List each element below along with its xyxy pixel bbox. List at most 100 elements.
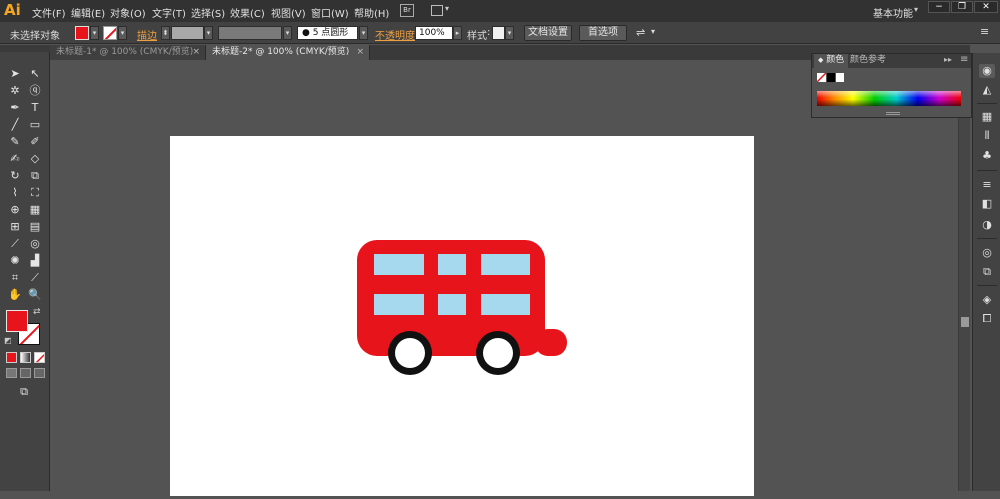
canvas-area[interactable] — [51, 60, 970, 496]
symbol-sprayer-icon[interactable]: ✺ — [7, 254, 23, 268]
tools-panel-header[interactable] — [0, 45, 50, 52]
selection-tool-icon[interactable]: ➤ — [7, 67, 23, 81]
variable-width-profile[interactable] — [218, 26, 282, 40]
none-swatch[interactable] — [817, 73, 826, 82]
direct-selection-icon[interactable]: ↖ — [27, 67, 43, 81]
workspace-switcher[interactable]: 基本功能 — [873, 5, 913, 20]
color-panel-icon[interactable]: ◉ — [979, 64, 995, 78]
eraser-icon[interactable]: ◇ — [27, 152, 43, 166]
perspective-grid-icon[interactable]: ▦ — [27, 203, 43, 217]
magic-wand-icon[interactable]: ✲ — [7, 84, 23, 98]
transparency-icon[interactable]: ◑ — [979, 218, 995, 232]
vertical-scrollbar[interactable] — [958, 60, 970, 491]
stroke-dropdown[interactable]: ▾ — [118, 26, 127, 40]
tab-document-2[interactable]: 未标题-2* @ 100% (CMYK/预览) × — [206, 45, 370, 60]
symbols-icon[interactable]: ♣ — [979, 149, 995, 163]
pen-icon[interactable]: ✒ — [7, 101, 23, 115]
chevron-down-icon[interactable]: ▾ — [445, 4, 449, 13]
maximize-button[interactable]: ❐ — [951, 1, 973, 13]
color-mode-icon[interactable] — [6, 352, 17, 363]
graphic-style-swatch[interactable] — [492, 26, 505, 40]
menu-item[interactable]: 窗口(W) — [311, 5, 349, 20]
fill-swatch[interactable] — [75, 26, 89, 40]
panel-resize-handle[interactable] — [886, 112, 900, 115]
artboard[interactable] — [170, 136, 754, 496]
shape-builder-icon[interactable]: ⊕ — [7, 203, 23, 217]
graphic-styles-icon[interactable]: ⧉ — [979, 265, 995, 279]
bus-window[interactable] — [374, 254, 424, 275]
opacity-dropdown[interactable]: ▸ — [453, 26, 462, 40]
rotate-icon[interactable]: ↻ — [7, 169, 23, 183]
stroke-weight-stepper[interactable]: ⬍ — [161, 26, 170, 40]
zoom-icon[interactable]: 🔍 — [27, 288, 43, 302]
black-swatch[interactable] — [827, 73, 835, 82]
arrange-documents-icon[interactable] — [431, 5, 443, 16]
bus-illustration[interactable] — [170, 136, 754, 496]
menu-item[interactable]: 编辑(E) — [71, 5, 105, 20]
draw-normal-icon[interactable] — [6, 368, 17, 378]
pencil-icon[interactable]: ✐ — [27, 135, 43, 149]
color-guide-icon[interactable]: ◭ — [979, 83, 995, 97]
preferences-button[interactable]: 首选项 — [579, 25, 627, 41]
draw-behind-icon[interactable] — [20, 368, 31, 378]
bus-window[interactable] — [438, 254, 466, 275]
document-setup-button[interactable]: 文档设置 — [524, 25, 572, 41]
brush-definition[interactable]: ● 5 点圆形 — [297, 26, 358, 40]
color-spectrum[interactable] — [817, 91, 961, 106]
tab-color-guide[interactable]: 颜色参考 — [846, 54, 890, 68]
layers-icon[interactable]: ◈ — [979, 293, 995, 307]
collapse-icon[interactable]: ▸▸ — [944, 55, 952, 64]
white-swatch[interactable] — [836, 73, 844, 82]
bus-window[interactable] — [374, 294, 424, 315]
panel-menu-icon[interactable]: ≡ — [980, 25, 989, 38]
menu-item[interactable]: 帮助(H) — [354, 5, 389, 20]
scale-icon[interactable]: ⧉ — [27, 169, 43, 183]
close-icon[interactable]: × — [356, 45, 364, 59]
bus-window[interactable] — [481, 294, 530, 315]
warp-icon[interactable]: ⌇ — [7, 186, 23, 200]
brushes-icon[interactable]: ⫴ — [979, 129, 995, 143]
draw-inside-icon[interactable] — [34, 368, 45, 378]
slice-icon[interactable]: ⟋ — [27, 271, 43, 285]
menu-item[interactable]: 选择(S) — [191, 5, 225, 20]
close-icon[interactable]: × — [192, 45, 200, 59]
bus-bumper[interactable] — [535, 329, 567, 356]
eyedropper-icon[interactable]: ⟋ — [7, 237, 23, 251]
swap-colors-icon[interactable]: ⇄ — [33, 307, 41, 317]
arrange-icon[interactable]: ⇌ — [636, 26, 645, 39]
free-transform-icon[interactable]: ⛶ — [27, 186, 43, 200]
opacity-field[interactable]: 100% — [415, 26, 453, 40]
column-graph-icon[interactable]: ▟ — [27, 254, 43, 268]
variable-width-dropdown[interactable]: ▾ — [283, 26, 292, 40]
line-icon[interactable]: ╱ — [7, 118, 23, 132]
gradient-icon[interactable]: ▤ — [27, 220, 43, 234]
opacity-label[interactable]: 不透明度 — [375, 27, 415, 42]
tab-color[interactable]: ◆ 颜色 — [814, 54, 849, 68]
gradient-mode-icon[interactable] — [20, 352, 31, 363]
chevron-down-icon[interactable]: ▾ — [914, 5, 918, 14]
menu-item[interactable]: 文件(F) — [32, 5, 66, 20]
lasso-icon[interactable]: ⓠ — [27, 84, 43, 98]
hand-icon[interactable]: ✋ — [7, 288, 23, 302]
panel-menu-icon[interactable]: ≡ — [960, 54, 968, 65]
brush-dropdown[interactable]: ▾ — [359, 26, 368, 40]
graphic-style-dropdown[interactable]: ▾ — [505, 26, 514, 40]
appearance-icon[interactable]: ◎ — [979, 246, 995, 260]
tab-document-1[interactable]: 未标题-1* @ 100% (CMYK/预览) × — [50, 45, 206, 60]
rectangle-icon[interactable]: ▭ — [27, 118, 43, 132]
fill-color-box[interactable] — [6, 310, 28, 332]
type-icon[interactable]: T — [27, 101, 43, 115]
close-window-button[interactable]: ✕ — [974, 1, 998, 13]
menu-item[interactable]: 视图(V) — [271, 5, 306, 20]
stroke-label[interactable]: 描边 — [137, 27, 157, 42]
screen-mode-icon[interactable]: ⧉ — [16, 385, 32, 399]
stroke-weight-field[interactable] — [171, 26, 204, 40]
menu-item[interactable]: 效果(C) — [230, 5, 265, 20]
scroll-thumb[interactable] — [961, 317, 969, 327]
fill-dropdown[interactable]: ▾ — [90, 26, 99, 40]
bus-window[interactable] — [438, 294, 466, 315]
bus-window[interactable] — [481, 254, 530, 275]
minimize-button[interactable]: − — [928, 1, 950, 13]
artboard-icon[interactable]: ⌗ — [7, 271, 23, 285]
chevron-down-icon[interactable]: ▾ — [651, 27, 655, 36]
